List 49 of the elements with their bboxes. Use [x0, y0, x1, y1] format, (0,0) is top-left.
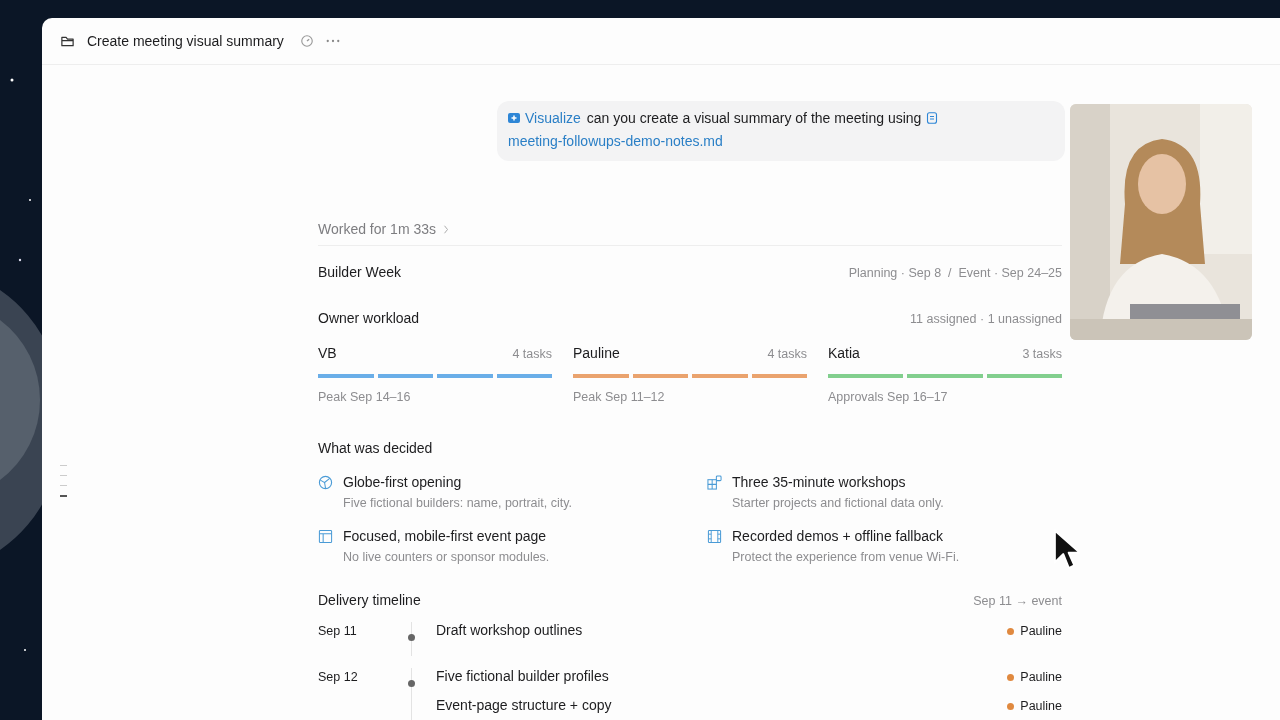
window-title: Create meeting visual summary [87, 33, 284, 49]
task-title: Event-page structure + copy [436, 697, 612, 713]
owner-name: Pauline [573, 345, 620, 361]
section-heading: Delivery timeline [318, 592, 421, 608]
task-count: 3 tasks [1022, 347, 1062, 361]
gauge-icon[interactable] [299, 34, 314, 48]
assignee-name: Pauline [1020, 624, 1062, 638]
timeline-dot-icon [408, 634, 415, 641]
decision-title: Globe-first opening [343, 474, 463, 490]
task-count: 4 tasks [767, 347, 807, 361]
owner-note: Approvals Sep 16–17 [828, 390, 949, 404]
owner-name: Katia [828, 345, 860, 361]
owner-name: VB [318, 345, 337, 361]
workload-counts: 11 assigned · 1 unassigned [910, 312, 1062, 326]
decision-title: Focused, mobile-first event page [343, 528, 548, 544]
globe-icon [318, 475, 333, 490]
task-title: Five fictional builder profiles [436, 668, 609, 684]
assignee-name: Pauline [1020, 699, 1062, 713]
decision-note: Five fictional builders: name, portrait, city. [343, 496, 573, 510]
decision-note: No live counters or sponsor modules. [343, 550, 550, 564]
section-heading: What was decided [318, 440, 433, 456]
film-icon [707, 529, 722, 544]
decision-note: Starter projects and fictional data only. [732, 496, 944, 510]
blocks-icon [707, 475, 722, 490]
layout-icon [318, 529, 333, 544]
visualize-link[interactable]: Visualize [525, 110, 581, 126]
more-icon[interactable] [325, 39, 340, 43]
file-link[interactable]: meeting-followups-demo-notes.md [508, 133, 723, 149]
owner-note: Peak Sep 11–12 [573, 390, 666, 404]
section-markers-icon [60, 465, 68, 499]
worked-duration[interactable]: Worked for 1m 33s [318, 221, 436, 237]
task-title: Draft workshop outlines [436, 622, 583, 638]
summary-dates: Planning · Sep 8 / Event · Sep 24–25 [848, 266, 1062, 280]
section-heading: Owner workload [318, 310, 420, 326]
owner-note: Peak Sep 14–16 [318, 390, 412, 404]
file-icon [926, 112, 939, 124]
decision-title: Three 35-minute workshops [732, 474, 907, 490]
timeline-date: Sep 11 [318, 624, 357, 638]
decision-note: Protect the experience from venue Wi-Fi. [732, 550, 960, 564]
task-count: 4 tasks [512, 347, 552, 361]
timeline-dot-icon [408, 680, 415, 687]
timeline-date: Sep 12 [318, 670, 358, 684]
timeline-range: Sep 11 → event [973, 594, 1062, 608]
chevron-icon[interactable] [443, 224, 449, 234]
decision-title: Recorded demos + offline fallback [732, 528, 945, 544]
assignee-name: Pauline [1020, 670, 1062, 684]
message-text: can you create a visual summary of the meeting using [586, 110, 922, 126]
visualize-icon [508, 112, 520, 124]
summary-title: Builder Week [318, 264, 401, 280]
